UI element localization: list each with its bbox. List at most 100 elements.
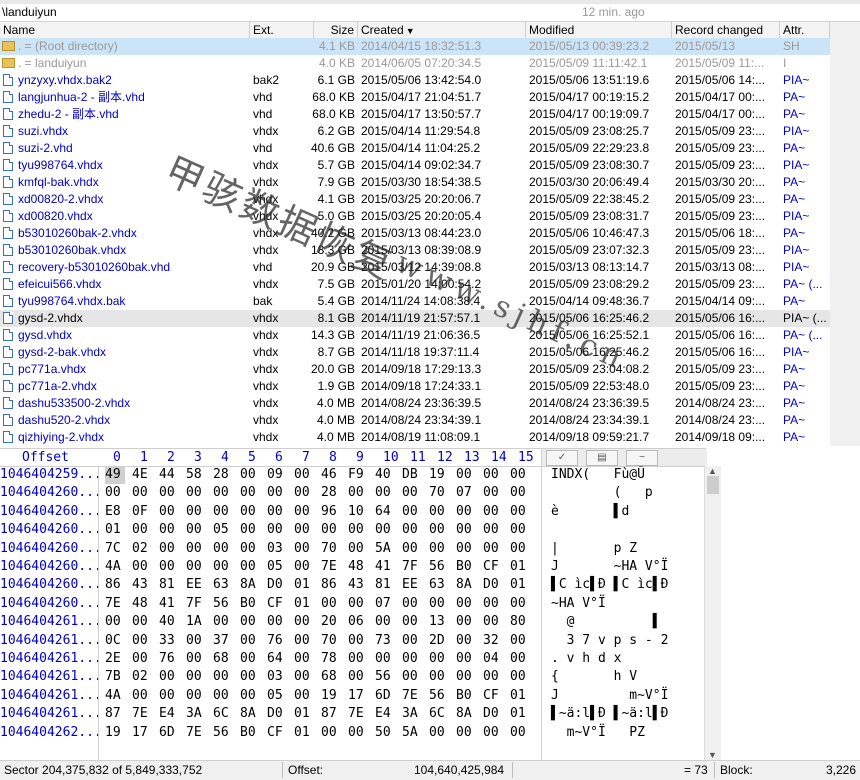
- hex-byte[interactable]: 7E: [186, 724, 206, 742]
- hex-byte[interactable]: 3A: [402, 705, 422, 723]
- hex-byte[interactable]: 00: [132, 632, 152, 650]
- hex-byte[interactable]: 00: [483, 613, 503, 631]
- file-row[interactable]: b53010260bak-2.vhdx vhdx 40.2 GB 2015/03/13…: [0, 225, 830, 242]
- hex-byte[interactable]: D0: [483, 576, 503, 594]
- hex-byte[interactable]: 00: [267, 484, 287, 502]
- hex-byte[interactable]: 00: [429, 650, 449, 668]
- hex-byte[interactable]: 6D: [375, 687, 395, 705]
- hex-byte[interactable]: 58: [186, 466, 206, 484]
- hex-byte[interactable]: 00: [294, 521, 314, 539]
- hex-byte[interactable]: 00: [213, 613, 233, 631]
- hex-byte[interactable]: 00: [240, 540, 260, 558]
- hex-byte[interactable]: 7E: [132, 705, 152, 723]
- hex-byte[interactable]: 00: [105, 484, 125, 502]
- hex-byte[interactable]: 46: [321, 466, 341, 484]
- hex-byte[interactable]: 64: [375, 503, 395, 521]
- hex-byte[interactable]: 00: [186, 558, 206, 576]
- hex-ascii[interactable]: INDX( Fù@Û: [551, 466, 645, 484]
- hex-byte[interactable]: 00: [456, 668, 476, 686]
- hex-byte[interactable]: 37: [213, 632, 233, 650]
- hex-byte[interactable]: 00: [240, 613, 260, 631]
- hex-byte[interactable]: 56: [375, 668, 395, 686]
- hex-byte[interactable]: 00: [159, 503, 179, 521]
- hex-byte[interactable]: 00: [132, 650, 152, 668]
- hex-byte[interactable]: 05: [213, 521, 233, 539]
- file-row[interactable]: tyu998764.vhdx.bak bak 5.4 GB 2014/11/24 14…: [0, 293, 830, 310]
- hex-byte[interactable]: 80: [510, 613, 530, 631]
- hex-byte[interactable]: 00: [402, 484, 422, 502]
- hex-byte[interactable]: 76: [159, 650, 179, 668]
- hex-byte[interactable]: 19: [321, 687, 341, 705]
- hex-byte[interactable]: 81: [159, 576, 179, 594]
- hex-byte[interactable]: 00: [159, 668, 179, 686]
- hex-byte[interactable]: 00: [483, 668, 503, 686]
- hex-byte[interactable]: CF: [267, 595, 287, 613]
- hex-byte[interactable]: 56: [429, 558, 449, 576]
- hex-byte[interactable]: 00: [213, 540, 233, 558]
- hex-byte[interactable]: F9: [348, 466, 368, 484]
- tab-text-icon[interactable]: ✓: [546, 450, 578, 466]
- hex-byte[interactable]: 5A: [375, 540, 395, 558]
- hex-byte[interactable]: 19: [429, 466, 449, 484]
- hex-byte[interactable]: 00: [456, 724, 476, 742]
- col-modified[interactable]: Modified: [526, 22, 672, 38]
- hex-byte[interactable]: 17: [348, 687, 368, 705]
- hex-byte[interactable]: 01: [510, 687, 530, 705]
- file-row[interactable]: langjunhua-2 - 副本.vhd vhd 68.0 KB 2015/04/1…: [0, 89, 830, 106]
- file-row[interactable]: . = landuiyun 4.0 KB 2014/06/05 07:20:34.5…: [0, 55, 830, 72]
- hex-byte[interactable]: 7E: [348, 705, 368, 723]
- hex-byte[interactable]: 00: [375, 613, 395, 631]
- file-row[interactable]: xd00820.vhdx vhdx 5.0 GB 2015/03/25 20:20:0…: [0, 208, 830, 225]
- hex-byte[interactable]: 20: [321, 613, 341, 631]
- hex-byte[interactable]: 00: [402, 540, 422, 558]
- hex-byte[interactable]: 00: [294, 687, 314, 705]
- scroll-thumb[interactable]: [707, 476, 719, 494]
- hex-byte[interactable]: 03: [267, 540, 287, 558]
- hex-byte[interactable]: 01: [510, 558, 530, 576]
- hex-byte[interactable]: 00: [348, 521, 368, 539]
- hex-byte[interactable]: 00: [402, 595, 422, 613]
- hex-byte[interactable]: 6C: [429, 705, 449, 723]
- hex-byte[interactable]: 00: [240, 521, 260, 539]
- hex-byte[interactable]: 00: [510, 503, 530, 521]
- hex-byte[interactable]: 00: [213, 687, 233, 705]
- hex-byte[interactable]: 81: [375, 576, 395, 594]
- hex-byte[interactable]: 4A: [105, 687, 125, 705]
- file-row[interactable]: suzi-2.vhd vhd 40.6 GB 2015/04/14 11:04:25.…: [0, 140, 830, 157]
- tab-folder-icon[interactable]: ▤: [586, 450, 618, 466]
- hex-byte[interactable]: 05: [267, 558, 287, 576]
- hex-byte[interactable]: 41: [375, 558, 395, 576]
- hex-byte[interactable]: 48: [132, 595, 152, 613]
- hex-byte[interactable]: 00: [240, 668, 260, 686]
- hex-byte[interactable]: 00: [456, 521, 476, 539]
- hex-byte[interactable]: 00: [375, 650, 395, 668]
- hex-byte[interactable]: 00: [186, 503, 206, 521]
- hex-byte[interactable]: 00: [294, 613, 314, 631]
- hex-byte[interactable]: 49: [105, 466, 125, 484]
- hex-byte[interactable]: 6C: [213, 705, 233, 723]
- hex-byte[interactable]: 00: [348, 724, 368, 742]
- hex-byte[interactable]: 00: [483, 466, 503, 484]
- hex-byte[interactable]: 00: [321, 521, 341, 539]
- file-row[interactable]: dashu520-2.vhdx vhdx 4.0 MB 2014/08/24 23:3…: [0, 412, 830, 429]
- hex-byte[interactable]: 5A: [402, 724, 422, 742]
- hex-byte[interactable]: 6D: [159, 724, 179, 742]
- hex-byte[interactable]: 00: [510, 466, 530, 484]
- file-row[interactable]: pc771a.vhdx vhdx 20.0 GB 2014/09/18 17:29:1…: [0, 361, 830, 378]
- hex-byte[interactable]: 50: [375, 724, 395, 742]
- hex-byte[interactable]: 00: [456, 595, 476, 613]
- hex-byte[interactable]: 00: [483, 503, 503, 521]
- hex-byte[interactable]: 00: [132, 558, 152, 576]
- hex-byte[interactable]: 00: [348, 540, 368, 558]
- hex-byte[interactable]: 00: [510, 724, 530, 742]
- hex-byte[interactable]: 7C: [105, 540, 125, 558]
- hex-byte[interactable]: 73: [375, 632, 395, 650]
- hex-byte[interactable]: 00: [240, 632, 260, 650]
- hex-byte[interactable]: 00: [105, 613, 125, 631]
- hex-byte[interactable]: 86: [105, 576, 125, 594]
- file-row[interactable]: tyu998764.vhdx vhdx 5.7 GB 2015/04/14 09:02…: [0, 157, 830, 174]
- hex-byte[interactable]: 00: [213, 484, 233, 502]
- hex-byte[interactable]: 00: [402, 503, 422, 521]
- hex-byte[interactable]: 00: [213, 668, 233, 686]
- hex-byte[interactable]: 41: [159, 595, 179, 613]
